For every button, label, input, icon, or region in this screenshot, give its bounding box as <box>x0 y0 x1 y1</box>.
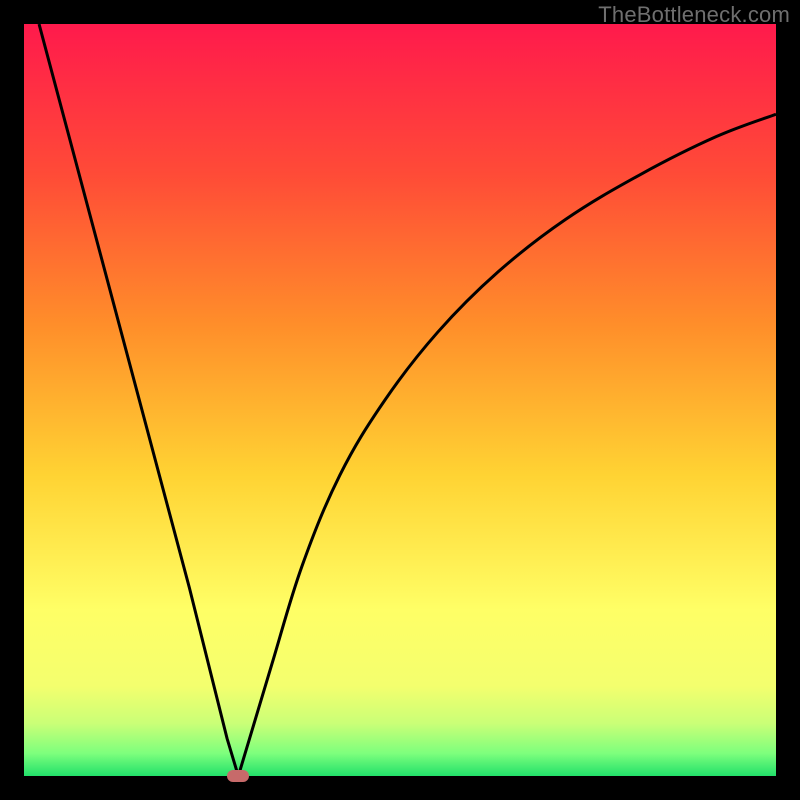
minimum-marker <box>227 770 249 782</box>
bottleneck-chart <box>24 24 776 776</box>
watermark-text: TheBottleneck.com <box>598 2 790 28</box>
gradient-background <box>24 24 776 776</box>
chart-frame <box>24 24 776 776</box>
